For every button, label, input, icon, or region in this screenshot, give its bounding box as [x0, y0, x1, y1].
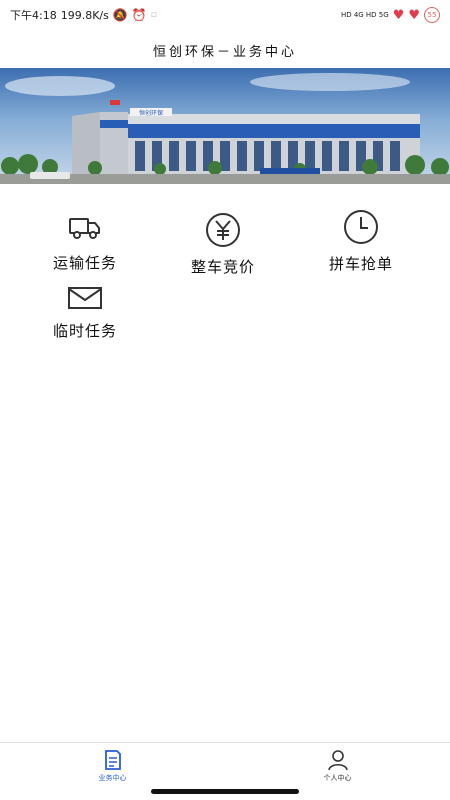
document-icon — [104, 750, 121, 770]
person-icon — [327, 750, 348, 771]
status-bar: 下午4:18 199.8K/s 🔕 ⏰ ▫ HD 4G HD 5G ♥ ♥ 55 — [0, 0, 450, 30]
status-right: HD 4G HD 5G ♥ ♥ 55 — [341, 7, 440, 23]
menu-item-label: 运输任务 — [52, 254, 117, 272]
heart-icon-2: ♥ — [408, 7, 420, 23]
signal-labels: HD 4G HD 5G — [340, 11, 389, 19]
nav-personal-center[interactable]: 个人中心 — [225, 743, 450, 787]
menu-item-label: 整车竞价 — [190, 258, 255, 276]
truck-icon — [69, 218, 100, 239]
nav-label: 业务中心 — [98, 774, 127, 782]
mute-icon: 🔕 — [112, 8, 128, 22]
status-left: 下午4:18 199.8K/s 🔕 ⏰ ▫ — [10, 7, 157, 23]
alarm-icon: ⏰ — [131, 8, 147, 22]
notification-dot-icon: ▫ — [150, 10, 157, 20]
page-title: 恒创环保－业务中心 — [0, 30, 450, 70]
menu-item-transport-task[interactable]: 运输任务 — [15, 210, 155, 280]
status-time: 下午4:18 — [10, 9, 57, 22]
bottom-navigation: 业务中心 个人中心 — [0, 742, 450, 787]
nav-label: 个人中心 — [323, 774, 352, 782]
building-illustration: 恒创环保 — [0, 73, 450, 184]
home-indicator[interactable] — [151, 789, 299, 794]
battery-icon: 55 — [424, 7, 440, 23]
page-title-text: 恒创环保－业务中心 — [152, 44, 297, 60]
clock-icon — [344, 210, 378, 244]
menu-item-label: 临时任务 — [52, 322, 117, 340]
nav-business-center[interactable]: 业务中心 — [0, 743, 225, 787]
menu-item-carpool-grab[interactable]: 拼车抢单 — [291, 209, 431, 279]
company-banner-image: 恒创环保 — [0, 68, 450, 184]
building-sign: 恒创环保 — [139, 109, 163, 117]
envelope-icon — [68, 287, 102, 309]
yen-circle-icon — [206, 213, 240, 247]
menu-item-temporary-task[interactable]: 临时任务 — [15, 284, 155, 354]
menu-item-full-truck-bidding[interactable]: 整车竞价 — [153, 212, 293, 282]
heart-icon: ♥ — [392, 7, 405, 23]
network-speed: 199.8K/s — [60, 8, 109, 22]
menu-item-label: 拼车抢单 — [328, 255, 393, 273]
